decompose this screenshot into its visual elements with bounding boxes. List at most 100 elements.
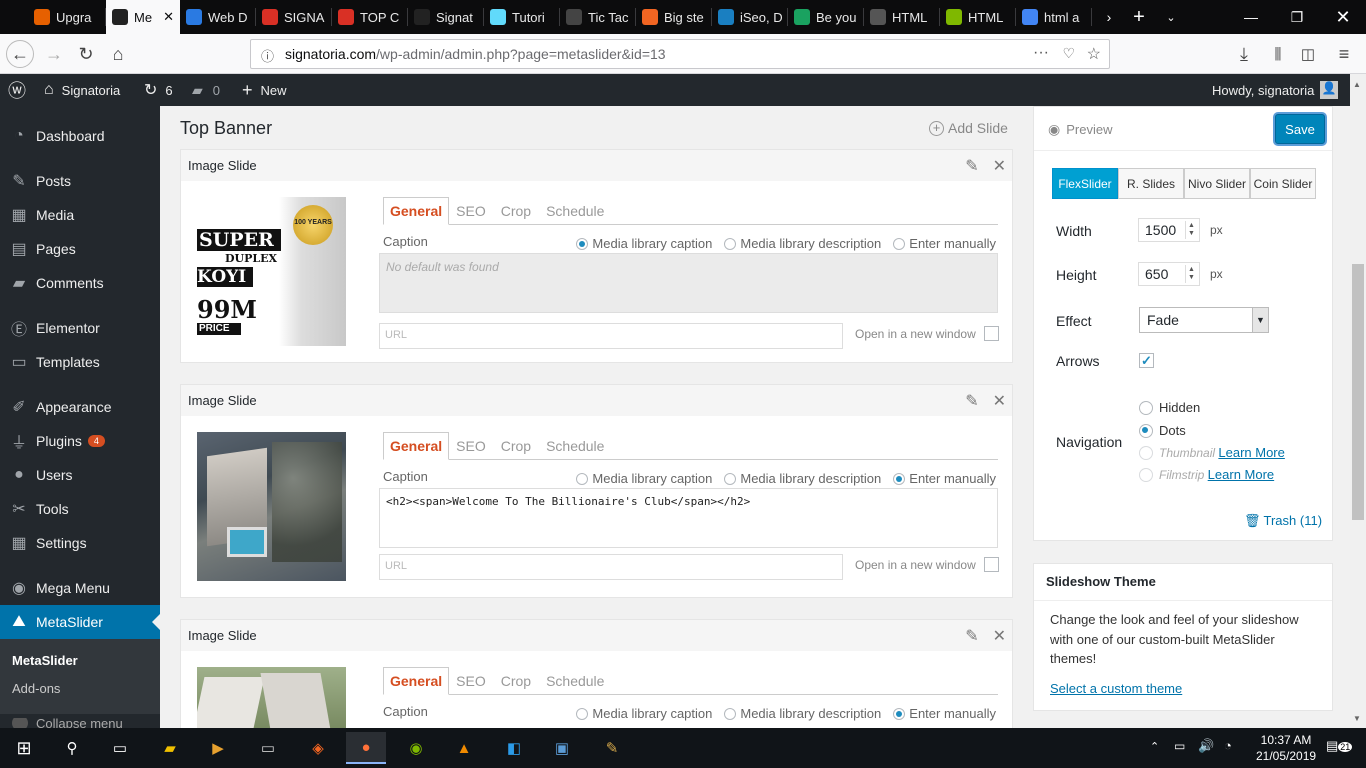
radio-dots[interactable] — [1139, 423, 1153, 438]
caption-textarea[interactable]: No default was found — [379, 253, 998, 313]
show-hidden-icons-icon[interactable]: ⌃ — [1150, 740, 1159, 753]
sidebar-item-media[interactable]: ▦ Media — [0, 198, 160, 232]
minimize-icon[interactable]: — — [1228, 0, 1274, 34]
network-icon[interactable]: ◔ — [1224, 738, 1232, 753]
effect-select[interactable]: Fade ▼ — [1139, 307, 1269, 333]
library-icon[interactable]: ⫼ — [1264, 40, 1292, 68]
vlc-icon[interactable]: ▲ — [444, 732, 484, 764]
clock[interactable]: 10:37 AM 21/05/2019 — [1256, 732, 1316, 764]
vscode-icon[interactable]: ◧ — [494, 732, 534, 764]
sidebar-item-metaslider[interactable]: ⛰ MetaSlider — [0, 605, 160, 639]
radio-media-description[interactable] — [724, 707, 737, 720]
maximize-icon[interactable]: ❐ — [1274, 0, 1320, 34]
start-icon[interactable]: ⊞ — [4, 732, 44, 764]
paint-icon[interactable]: ✎ — [592, 732, 632, 764]
media-player-icon[interactable]: ▶ — [198, 732, 238, 764]
sidebar-item-elementor[interactable]: Ⓔ Elementor — [0, 311, 160, 345]
radio-media-caption[interactable] — [576, 237, 589, 250]
tab-seo[interactable]: SEO — [449, 203, 494, 224]
edit-pencil-icon[interactable]: ✎ — [965, 626, 978, 646]
browser-tab[interactable]: html a — [1016, 0, 1092, 34]
edit-pencil-icon[interactable]: ✎ — [965, 156, 978, 176]
tab-crop[interactable]: Crop — [494, 673, 539, 694]
browser-tab[interactable]: HTML — [864, 0, 940, 34]
nav-option-filmstrip[interactable]: Filmstrip Learn More — [1139, 467, 1274, 482]
radio-media-description[interactable] — [724, 472, 737, 485]
width-input[interactable]: 1500 ▲ ▼ — [1138, 218, 1200, 242]
spinner-icon[interactable]: ▲ ▼ — [1185, 265, 1197, 283]
delete-x-icon[interactable]: ✕ — [993, 391, 1006, 411]
sidebar-item-comments[interactable]: ▰ Comments — [0, 266, 160, 300]
browser-tab[interactable]: Web D — [180, 0, 256, 34]
edit-pencil-icon[interactable]: ✎ — [965, 391, 978, 411]
sidebar-item-templates[interactable]: ▭ Templates — [0, 345, 160, 379]
terminal-icon[interactable]: ▭ — [248, 732, 288, 764]
wordpress-logo-icon[interactable]: ⓦ — [8, 74, 26, 106]
scrollbar-thumb[interactable] — [1352, 264, 1364, 520]
android-icon[interactable]: ◉ — [396, 732, 436, 764]
sidebar-item-mega-menu[interactable]: ◉ Mega Menu — [0, 571, 160, 605]
updates-link[interactable]: ↻ 6 — [144, 74, 173, 106]
site-name-link[interactable]: ⌂ Signatoria — [44, 74, 120, 106]
volume-icon[interactable]: 🔊 — [1198, 738, 1214, 754]
arrows-checkbox[interactable]: ✓ — [1139, 353, 1154, 368]
scroll-down-icon[interactable]: ▼ — [1353, 714, 1361, 723]
select-theme-link[interactable]: Select a custom theme — [1050, 681, 1182, 696]
home-icon[interactable]: ⌂ — [104, 40, 132, 68]
tab-general[interactable]: General — [383, 667, 450, 695]
radio-hidden[interactable] — [1139, 400, 1153, 415]
tab-crop[interactable]: Crop — [494, 203, 539, 224]
battery-icon[interactable]: ▭ — [1174, 739, 1185, 753]
account-menu[interactable]: Howdy, signatoria 👤 — [1212, 74, 1339, 106]
url-bar[interactable]: ⓘ signatoria.com/wp-admin/admin.php?page… — [250, 39, 1110, 69]
tab-overflow-icon[interactable]: › — [1094, 0, 1124, 34]
tab-general[interactable]: General — [383, 197, 450, 225]
download-icon[interactable]: ⤓ — [1230, 40, 1258, 68]
radio-media-caption[interactable] — [576, 472, 589, 485]
radio-enter-manually[interactable] — [893, 237, 906, 250]
page-actions-icon[interactable]: ··· — [1033, 44, 1049, 62]
new-window-checkbox[interactable] — [983, 326, 999, 341]
tab-crop[interactable]: Crop — [494, 438, 539, 459]
tab-schedule[interactable]: Schedule — [539, 673, 612, 694]
radio-filmstrip[interactable] — [1139, 467, 1153, 482]
browser-tab[interactable]: Be you — [788, 0, 864, 34]
browser-tab[interactable]: HTML — [940, 0, 1016, 34]
browser-tab[interactable]: iSeo, D — [712, 0, 788, 34]
submenu-metaslider[interactable]: MetaSlider — [12, 653, 78, 668]
hamburger-menu-icon[interactable]: ≡ — [1330, 40, 1358, 68]
image-viewer-icon[interactable]: ▣ — [542, 732, 582, 764]
radio-thumbnail[interactable] — [1139, 445, 1153, 460]
info-icon[interactable]: ⓘ — [261, 46, 274, 65]
browser-tab[interactable]: Upgra — [28, 0, 106, 34]
sidebar-item-appearance[interactable]: ✐ Appearance — [0, 390, 160, 424]
scroll-up-icon[interactable]: ▲ — [1353, 80, 1361, 89]
sidebar-toggle-icon[interactable]: ◫ — [1294, 40, 1322, 68]
delete-x-icon[interactable]: ✕ — [993, 626, 1006, 646]
add-slide-button[interactable]: + Add Slide — [929, 120, 1008, 136]
sidebar-item-settings[interactable]: ▦ Settings — [0, 526, 160, 560]
tab-seo[interactable]: SEO — [449, 673, 494, 694]
bookmark-star-icon[interactable]: ☆ — [1087, 44, 1101, 64]
collapse-menu[interactable]: Collapse menu — [12, 718, 123, 728]
sidebar-item-users[interactable]: ● Users — [0, 458, 160, 492]
browser-tab[interactable]: Big ste — [636, 0, 712, 34]
search-icon[interactable]: ⚲ — [52, 732, 92, 764]
tab-list-icon[interactable]: ⌄ — [1156, 0, 1186, 34]
radio-media-caption[interactable] — [576, 707, 589, 720]
learn-more-link[interactable]: Learn More — [1208, 467, 1274, 482]
preview-button[interactable]: ◉ Preview — [1048, 121, 1112, 138]
browser-tab[interactable]: SIGNA — [256, 0, 332, 34]
tab-seo[interactable]: SEO — [449, 438, 494, 459]
radio-enter-manually[interactable] — [893, 472, 906, 485]
browser-tab[interactable]: TOP C — [332, 0, 408, 34]
sidebar-item-plugins[interactable]: ⏚ Plugins 4 — [0, 424, 160, 458]
sidebar-item-dashboard[interactable]: ◔ Dashboard — [0, 119, 160, 153]
pocket-icon[interactable]: ♡ — [1062, 45, 1075, 62]
nav-option-hidden[interactable]: Hidden — [1139, 400, 1200, 415]
page-scrollbar[interactable]: ▲ ▼ — [1350, 74, 1366, 728]
library-rslides[interactable]: R. Slides — [1118, 168, 1184, 199]
back-icon[interactable]: ← — [6, 40, 34, 68]
caption-textarea[interactable]: <h2><span>Welcome To The Billionaire's C… — [379, 488, 998, 548]
height-input[interactable]: 650 ▲ ▼ — [1138, 262, 1200, 286]
